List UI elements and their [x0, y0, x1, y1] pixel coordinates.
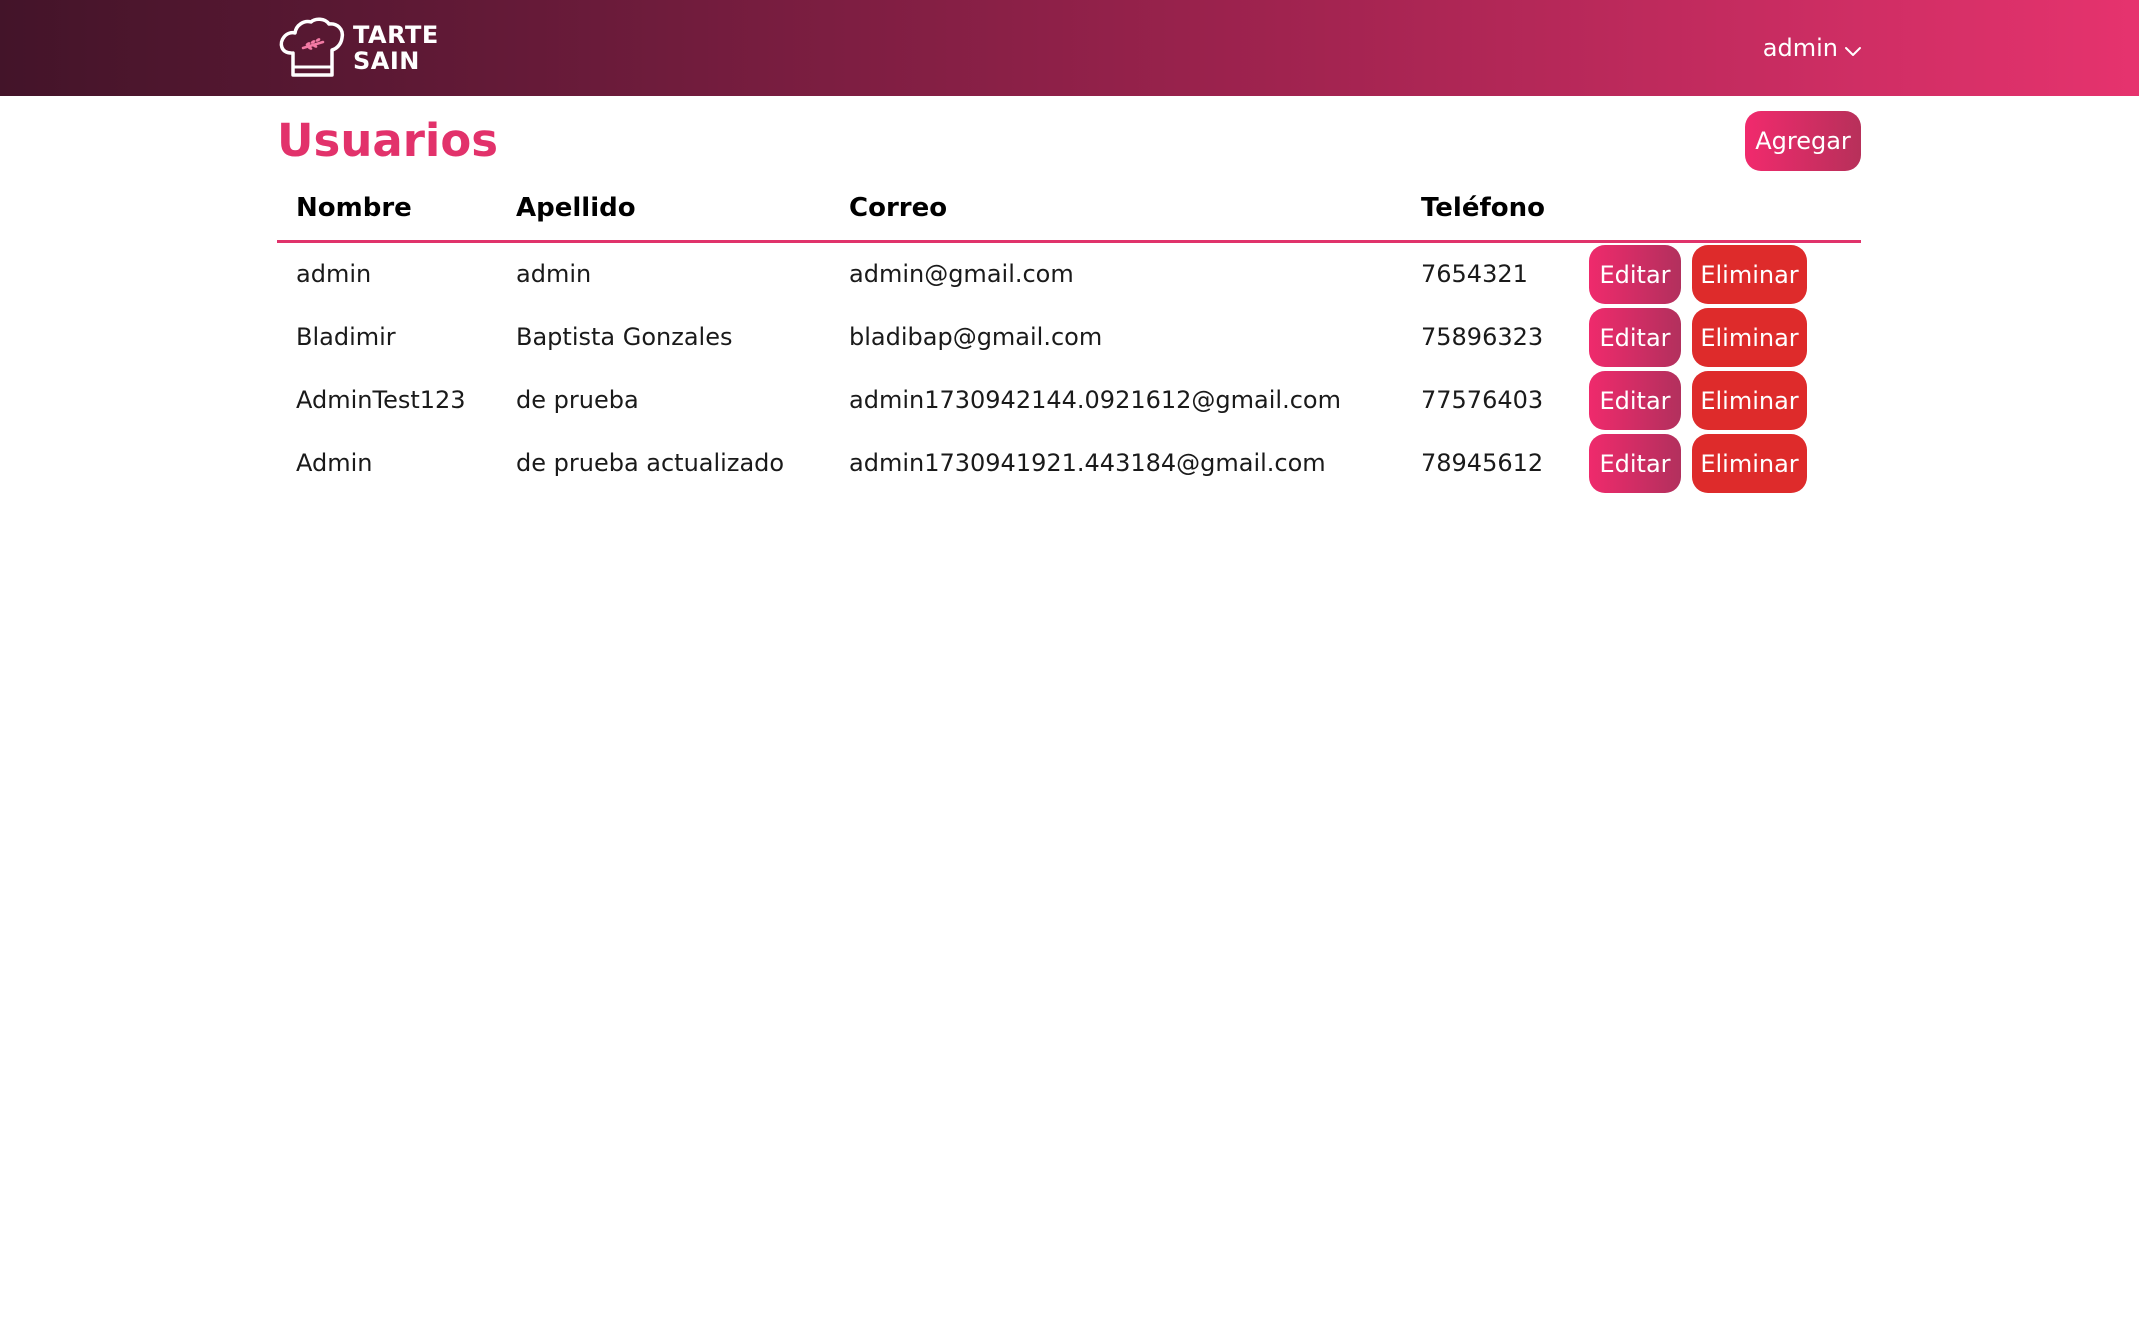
cell-nombre: admin — [296, 260, 372, 288]
cell-apellido: de prueba actualizado — [516, 449, 785, 477]
add-user-button[interactable]: Agregar — [1745, 111, 1861, 171]
delete-user-button[interactable]: Eliminar — [1692, 434, 1807, 493]
user-menu-dropdown[interactable]: admin — [1763, 28, 1862, 68]
table-row: Bladimir Baptista Gonzales bladibap@gmai… — [277, 306, 1861, 369]
brand-logo-link[interactable]: TARTE SAIN — [277, 17, 439, 79]
table-row: AdminTest123 de prueba admin1730942144.0… — [277, 369, 1861, 432]
edit-user-button[interactable]: Editar — [1589, 308, 1681, 367]
table-header: Nombre Apellido Correo Teléfono — [277, 180, 1861, 243]
cell-nombre: Bladimir — [296, 323, 396, 351]
top-navbar: TARTE SAIN admin — [0, 0, 2139, 96]
cell-nombre: AdminTest123 — [296, 386, 466, 414]
cell-apellido: admin — [516, 260, 592, 288]
cell-telefono: 77576403 — [1421, 386, 1544, 414]
column-header-nombre: Nombre — [296, 193, 412, 223]
page-title: Usuarios — [277, 114, 499, 167]
brand-name: TARTE SAIN — [353, 22, 439, 74]
chef-hat-icon — [279, 17, 345, 77]
chevron-down-icon — [1845, 47, 1861, 56]
cell-telefono: 7654321 — [1421, 260, 1528, 288]
cell-nombre: Admin — [296, 449, 373, 477]
cell-apellido: de prueba — [516, 386, 639, 414]
cell-correo: admin1730942144.0921612@gmail.com — [849, 386, 1341, 414]
column-header-correo: Correo — [849, 193, 948, 223]
table-row: Admin de prueba actualizado admin1730941… — [277, 432, 1861, 495]
delete-user-button[interactable]: Eliminar — [1692, 245, 1807, 304]
cell-telefono: 78945612 — [1421, 449, 1544, 477]
edit-user-button[interactable]: Editar — [1589, 245, 1681, 304]
delete-user-button[interactable]: Eliminar — [1692, 371, 1807, 430]
edit-user-button[interactable]: Editar — [1589, 434, 1681, 493]
user-menu-label: admin — [1762, 34, 1838, 62]
edit-user-button[interactable]: Editar — [1589, 371, 1681, 430]
brand-name-line2: SAIN — [353, 47, 420, 75]
delete-user-button[interactable]: Eliminar — [1692, 308, 1807, 367]
cell-correo: admin1730941921.443184@gmail.com — [849, 449, 1326, 477]
cell-correo: admin@gmail.com — [849, 260, 1074, 288]
users-table: Nombre Apellido Correo Teléfono admin ad… — [277, 180, 1861, 495]
brand-name-line1: TARTE — [353, 21, 439, 49]
column-header-apellido: Apellido — [516, 193, 636, 223]
column-header-telefono: Teléfono — [1421, 193, 1546, 223]
cell-telefono: 75896323 — [1421, 323, 1544, 351]
table-row: admin admin admin@gmail.com 7654321 Edit… — [277, 243, 1861, 306]
cell-apellido: Baptista Gonzales — [516, 323, 733, 351]
cell-correo: bladibap@gmail.com — [849, 323, 1103, 351]
